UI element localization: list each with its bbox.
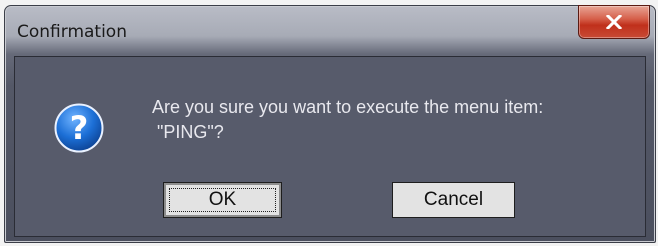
cancel-button[interactable]: Cancel [392, 182, 515, 218]
dialog-message: Are you sure you want to execute the men… [152, 95, 543, 145]
question-icon: ? [54, 103, 104, 153]
title-bar[interactable]: Confirmation [5, 5, 655, 52]
close-icon [606, 15, 622, 29]
svg-text:?: ? [70, 109, 89, 147]
focus-rectangle [169, 188, 276, 212]
dialog-body: ? Are you sure you want to execute the m… [14, 56, 646, 237]
ok-button[interactable]: OK [163, 182, 282, 218]
message-line-1: Are you sure you want to execute the men… [152, 97, 544, 117]
message-line-2: "PING"? [152, 122, 224, 142]
dialog-title: Confirmation [17, 22, 127, 42]
confirmation-dialog: Confirmation ? Are you sure you want to … [4, 5, 656, 243]
close-button[interactable] [578, 5, 650, 39]
cancel-button-label: Cancel [423, 189, 484, 210]
